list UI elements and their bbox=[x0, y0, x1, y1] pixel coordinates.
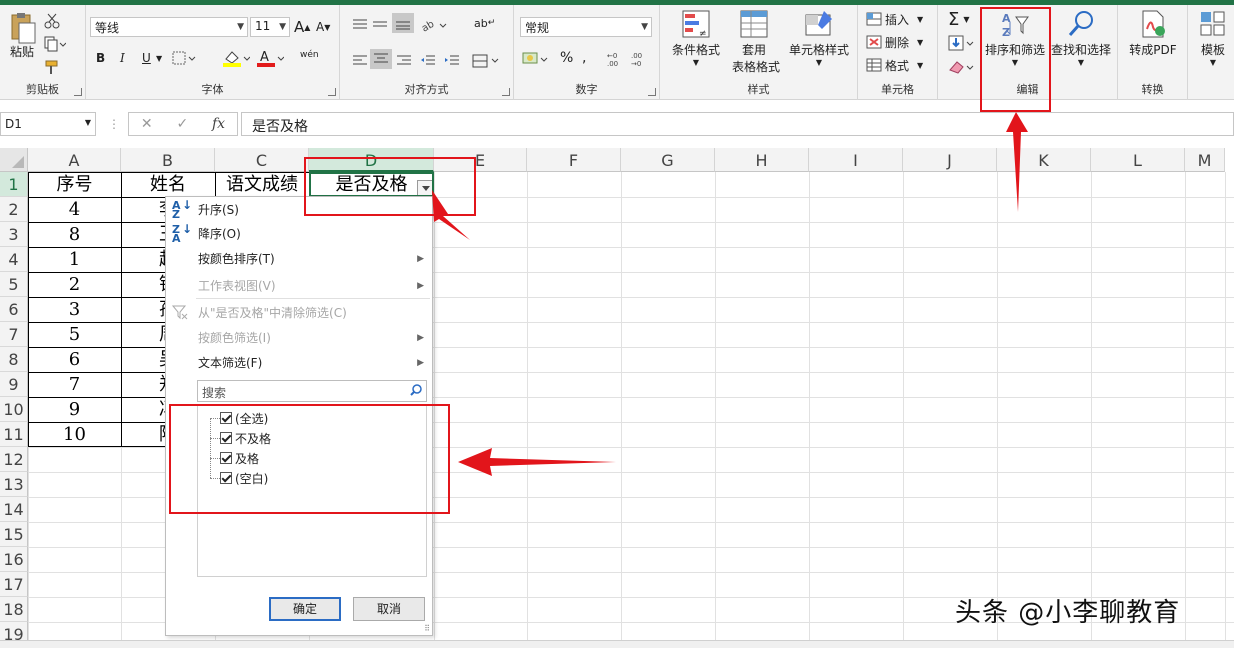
watermark-text: 头条 @小李聊教育 bbox=[955, 598, 1181, 628]
annotation-arrow-left bbox=[458, 448, 616, 476]
annotation-arrow-up bbox=[1006, 112, 1028, 212]
annotation-arrow-to-filter bbox=[432, 190, 470, 240]
annotation-arrows bbox=[432, 112, 1028, 476]
horizontal-scrollbar[interactable] bbox=[0, 640, 1234, 648]
